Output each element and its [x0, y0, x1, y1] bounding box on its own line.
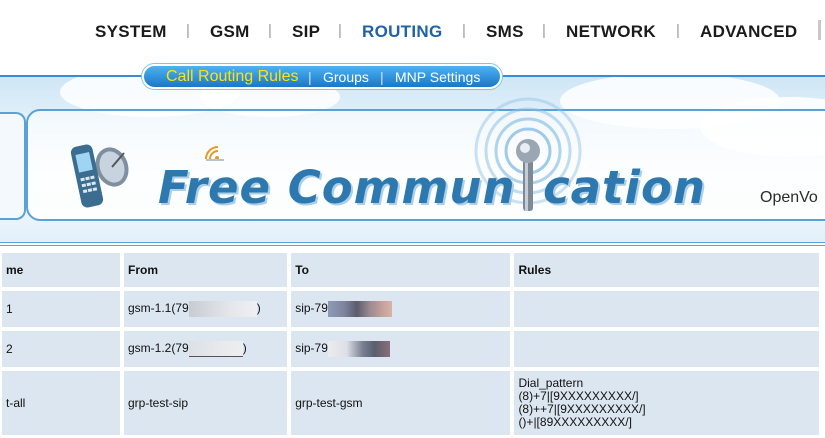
banner-title-part1: Free Commun	[158, 161, 516, 214]
from-suffix: )	[256, 301, 261, 316]
banner-title-part2: cation	[543, 161, 706, 214]
cell-name[interactable]: 1	[2, 291, 120, 327]
subnav-mnp-settings[interactable]: MNP Settings	[395, 69, 480, 85]
routing-rules-table: me From To Rules 1 gsm-1.1(79) sip-79 2 …	[0, 249, 823, 438]
cell-rules	[514, 291, 819, 327]
cell-name[interactable]: t-all	[2, 371, 120, 435]
col-name-header[interactable]: me	[2, 253, 120, 287]
sub-nav: Call Routing Rules | Groups | MNP Settin…	[142, 64, 502, 89]
banner: Free Commun cation OpenVo	[0, 77, 825, 242]
to-text: sip-79	[295, 341, 328, 356]
cell-from: grp-test-sip	[124, 371, 288, 435]
nav-system[interactable]: SYSTEM	[95, 22, 167, 42]
from-suffix: )	[242, 341, 247, 356]
redacted-number	[327, 301, 392, 317]
nav-separator: |	[268, 22, 272, 39]
subnav-call-routing-rules[interactable]: Call Routing Rules	[166, 68, 299, 86]
col-rules-header[interactable]: Rules	[514, 253, 819, 287]
table-row[interactable]: t-all grp-test-sip grp-test-gsm Dial_pat…	[2, 371, 819, 435]
nav-end-bar	[818, 20, 821, 40]
cell-rules	[514, 331, 819, 367]
subnav-separator: |	[308, 69, 312, 85]
cell-to: sip-79	[291, 331, 511, 367]
table-row[interactable]: 1 gsm-1.1(79) sip-79	[2, 291, 819, 327]
cell-to: grp-test-gsm	[291, 371, 511, 435]
nav-separator: |	[542, 22, 546, 39]
nav-sms[interactable]: SMS	[486, 22, 524, 42]
cell-from: gsm-1.2(79)	[124, 331, 288, 367]
cell-rules: Dial_pattern (8)+7|[9XXXXXXXXX/] (8)++7|…	[514, 371, 819, 435]
banner-title: Free Commun cation	[158, 161, 705, 214]
banner-bottom-lines	[0, 242, 825, 246]
nav-network[interactable]: NETWORK	[566, 22, 656, 42]
signal-icon	[205, 146, 224, 161]
from-text: grp-test-sip	[128, 396, 189, 410]
col-to-header[interactable]: To	[291, 253, 511, 287]
table-row[interactable]: 2 gsm-1.2(79) sip-79	[2, 331, 819, 367]
to-text: grp-test-gsm	[295, 396, 363, 410]
rule-pattern: ()+|[89XXXXXXXXX/]	[518, 415, 632, 429]
cell-name[interactable]: 2	[2, 331, 120, 367]
phone-icon	[70, 144, 129, 208]
subnav-separator: |	[380, 69, 384, 85]
banner-subtitle: OpenVo	[760, 189, 818, 206]
col-from-header[interactable]: From	[124, 253, 288, 287]
nav-routing[interactable]: ROUTING	[362, 22, 442, 42]
cell-to: sip-79	[291, 291, 511, 327]
to-text: sip-79	[295, 301, 328, 316]
nav-advanced[interactable]: ADVANCED	[700, 22, 797, 42]
nav-separator: |	[676, 22, 680, 39]
nav-gsm[interactable]: GSM	[210, 22, 250, 42]
redacted-number	[327, 341, 390, 357]
redacted-number	[188, 301, 257, 317]
cell-from: gsm-1.1(79)	[124, 291, 288, 327]
from-text: gsm-1.2(79	[128, 341, 189, 356]
nav-sip[interactable]: SIP	[292, 22, 320, 42]
from-text: gsm-1.1(79	[128, 301, 189, 316]
nav-separator: |	[338, 22, 342, 39]
subnav-groups[interactable]: Groups	[323, 69, 369, 85]
banner-left-tab	[0, 112, 26, 220]
nav-separator: |	[462, 22, 466, 39]
nav-separator: |	[186, 22, 190, 39]
redacted-number	[188, 341, 243, 357]
table-header-row: me From To Rules	[2, 253, 819, 287]
main-nav: SYSTEM | GSM | SIP | ROUTING | SMS | NET…	[0, 0, 825, 64]
